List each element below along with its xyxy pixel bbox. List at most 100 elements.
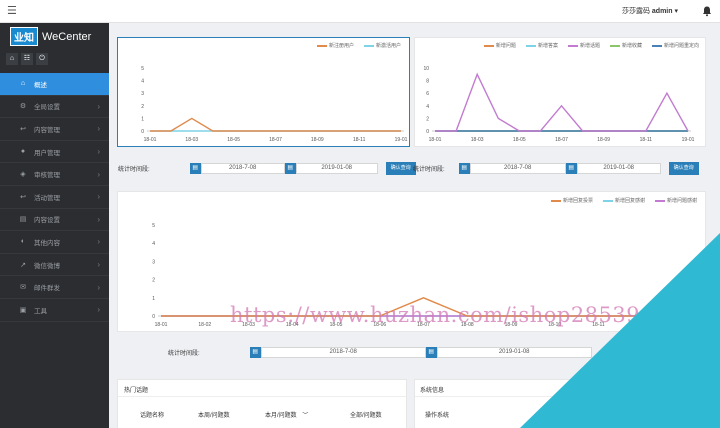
calendar-icon[interactable]: ▤ [284, 163, 296, 174]
col-week-count[interactable]: 本周/问题数 [198, 410, 230, 419]
col-total-count[interactable]: 全部/问题数 [350, 410, 382, 419]
quick-actions: ⌂ ☷ ⏻ [0, 50, 109, 68]
briefcase-icon: ▣ [19, 306, 27, 314]
doc-icon: ▤ [19, 216, 27, 224]
legend-label: 新增答案 [537, 43, 558, 49]
y-tick-label: 0 [152, 314, 155, 320]
sidebar-item-label: 概述 [34, 81, 47, 89]
sidebar-item-label: 其他内容 [34, 239, 60, 247]
calendar-icon[interactable]: ▤ [458, 163, 470, 174]
sidebar-item[interactable]: ↗ 微信微博 › [0, 254, 109, 277]
legend-item[interactable]: 新增问题重定向 [651, 42, 699, 49]
user-menu[interactable]: 莎莎露码 admin ▾ [622, 6, 678, 16]
y-tick-label: 2 [141, 104, 144, 110]
legend-item[interactable]: 新增答案 [525, 42, 558, 49]
y-tick-label: 4 [426, 104, 429, 110]
end-date-input[interactable]: 2019-01-08 [295, 163, 378, 174]
brand[interactable]: 业知 WeCenter [0, 23, 109, 50]
sidebar-item[interactable]: ✉ 邮件群发 › [0, 276, 109, 299]
menu-toggle-icon[interactable]: ☰ [7, 5, 19, 17]
sidebar-item[interactable]: ↩ 内容管理 › [0, 118, 109, 141]
start-date-input[interactable]: 2018-7-08 [200, 163, 285, 174]
brand-logo: 业知 [10, 27, 38, 46]
legend-label: 新注册用户 [328, 43, 354, 49]
username: admin [651, 8, 673, 15]
sidebar-item[interactable]: ◈ 审核管理 › [0, 163, 109, 186]
reply-icon: ↩ [20, 125, 26, 133]
panel-title: 系统信息 [420, 388, 445, 394]
sidebar-item[interactable]: ● 用户管理 › [0, 141, 109, 164]
panel-title: 热门话题 [124, 388, 149, 394]
x-tick-label: 18-03 [471, 137, 484, 143]
legend-label: 新激活用户 [375, 43, 401, 49]
col-month-count[interactable]: 本月/问题数 ﹀ [265, 410, 308, 419]
calendar-icon[interactable]: ▤ [425, 347, 437, 358]
chevron-right-icon: › [97, 237, 100, 247]
sidebar-item[interactable]: ▤ 内容设置 › [0, 209, 109, 232]
sidebar-item-label: 微信微博 [34, 262, 60, 270]
legend-item[interactable]: 新增回复投票 [550, 197, 593, 204]
chevron-right-icon: › [97, 192, 100, 202]
legend-item[interactable]: 新增收藏 [609, 42, 642, 49]
sidebar-item[interactable]: ▣ 工具 › [0, 299, 109, 322]
y-tick-label: 4 [141, 79, 144, 85]
chart-content: 0 2 4 6 8 10 18-01 18-03 18-05 18-07 18-09 18-11 19-… [423, 66, 694, 143]
legend-item[interactable]: 新注册用户 [316, 42, 354, 49]
start-date-input[interactable]: 2018-7-08 [469, 163, 566, 174]
x-tick-label: 18-09 [311, 137, 324, 143]
legend-label: 新增问题感谢 [666, 198, 697, 204]
share-icon: ↗ [20, 261, 26, 269]
legend-swatch [525, 44, 536, 47]
legend-item[interactable]: 新增问题感谢 [654, 197, 697, 204]
user-label: 莎莎露码 [621, 8, 650, 15]
sidebar-item[interactable]: ⚙ 全局设置 › [0, 96, 109, 119]
legend-item[interactable]: 新增话题 [567, 42, 600, 49]
query-button[interactable]: 确认查询 [668, 162, 699, 175]
y-tick-label: 1 [152, 296, 155, 302]
calendar-icon[interactable]: ▤ [189, 163, 201, 174]
sidebar-item-label: 内容管理 [34, 126, 60, 134]
chevron-right-icon: › [97, 147, 100, 157]
reply-icon: ↩ [20, 193, 26, 201]
col-topic-name: 话题名称 [140, 413, 165, 419]
calendar-icon[interactable]: ▤ [565, 163, 577, 174]
legend-label: 新增回复感谢 [614, 198, 645, 204]
bell-icon[interactable] [701, 5, 713, 17]
y-tick-label: 0 [141, 129, 144, 135]
mail-icon: ✉ [20, 284, 26, 292]
y-tick-label: 4 [152, 241, 155, 247]
sidebar-item-label: 全局设置 [34, 104, 60, 112]
query-button[interactable]: 确认查询 [385, 162, 416, 175]
date-filter-label: 统计时间段: [168, 351, 200, 357]
x-tick-label: 18-09 [597, 137, 610, 143]
y-tick-label: 0 [426, 129, 429, 135]
sidebar-item[interactable]: ◐ 其他内容 › [0, 231, 109, 254]
y-tick-label: 2 [152, 278, 155, 284]
sidebar-item-label: 工具 [34, 307, 47, 315]
pie-icon: ◐ [20, 238, 26, 246]
power-icon[interactable]: ⏻ [36, 53, 48, 65]
calendar-icon[interactable]: ▤ [249, 347, 261, 358]
legend-swatch [609, 44, 620, 47]
chevron-right-icon: › [97, 124, 100, 134]
x-tick-label: 18-01 [155, 322, 168, 328]
start-date-input[interactable]: 2018-7-08 [260, 347, 426, 358]
series-line [150, 117, 401, 132]
legend-swatch [363, 44, 374, 47]
legend-item[interactable]: 新增问题 [483, 42, 516, 49]
sidebar-item[interactable]: ↩ 活动管理 › [0, 186, 109, 209]
chart-legend: 新增回复投票 新增回复感谢 新增问题感谢 [550, 197, 697, 204]
home-icon[interactable]: ⌂ [6, 53, 18, 65]
legend-item[interactable]: 新激活用户 [363, 42, 401, 49]
date-filter-2: 统计时间段: ▤ 2018-7-08 ▤ 2019-01-08 确认查询 [413, 162, 699, 175]
y-tick-label: 5 [141, 66, 144, 72]
sidebar-item[interactable]: ⌂ 概述 [0, 73, 109, 96]
legend-item[interactable]: 新增回复感谢 [602, 197, 645, 204]
list-icon[interactable]: ☷ [21, 53, 33, 65]
date-filter-1: 统计时间段: ▤ 2018-7-08 ▤ 2019-01-08 确认查询 [118, 162, 416, 175]
col-month-label: 本月/问题数 [265, 413, 297, 419]
corner-decoration [520, 233, 720, 428]
end-date-input[interactable]: 2019-01-08 [576, 163, 661, 174]
brand-name: WeCenter [42, 30, 92, 43]
legend-swatch [651, 44, 662, 47]
